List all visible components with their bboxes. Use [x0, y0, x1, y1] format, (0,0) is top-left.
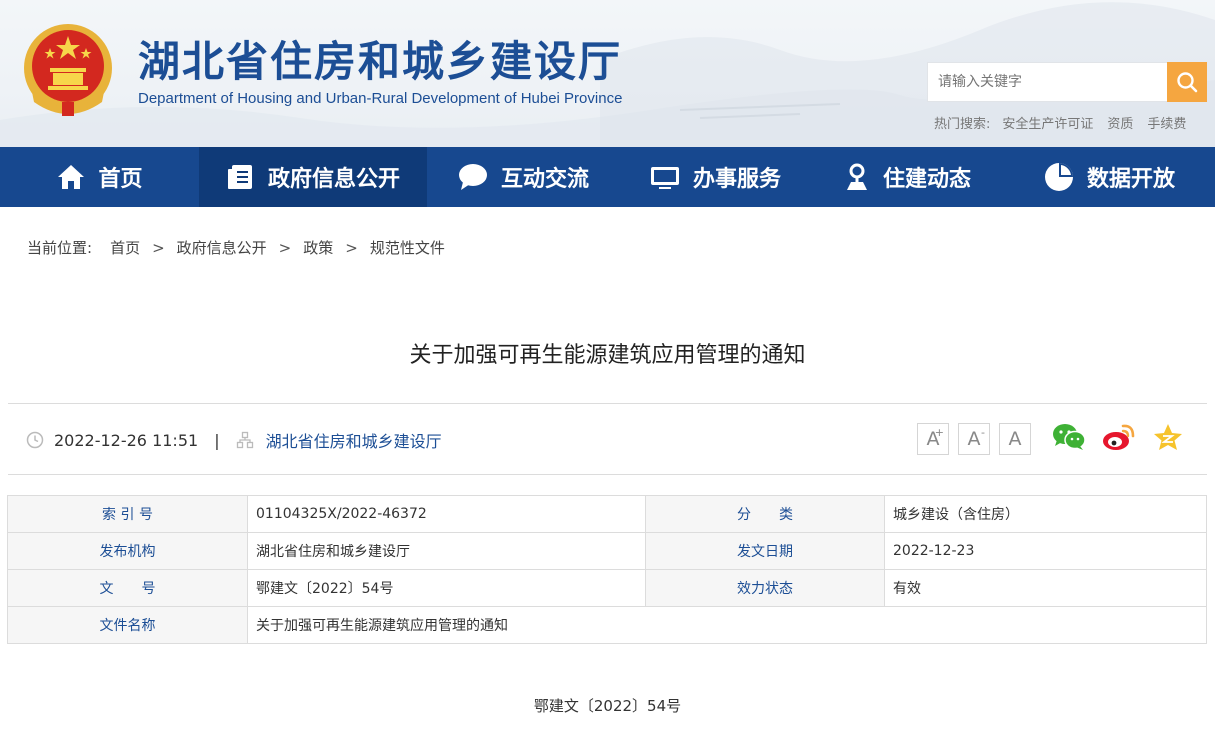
info-value: 关于加强可再生能源建筑应用管理的通知	[247, 606, 1207, 644]
document-info-table: 索 引 号 01104325X/2022-46372 分 类 城乡建设（含住房）…	[7, 495, 1207, 644]
info-key: 发布机构	[7, 532, 248, 570]
divider	[8, 403, 1207, 404]
share-bar	[1052, 422, 1184, 456]
info-key: 效力状态	[645, 569, 885, 607]
nav-item-services[interactable]: 办事服务	[619, 147, 811, 207]
share-weibo-button[interactable]	[1102, 422, 1136, 456]
nav-item-interaction[interactable]: 互动交流	[427, 147, 619, 207]
breadcrumb-link[interactable]: 政府信息公开	[177, 237, 267, 258]
table-row: 文 号 鄂建文〔2022〕54号 效力状态 有效	[7, 569, 1207, 607]
nav-item-label: 政府信息公开	[267, 167, 400, 192]
national-emblem-icon	[24, 24, 112, 116]
info-value: 湖北省住房和城乡建设厅	[247, 532, 646, 570]
info-value: 鄂建文〔2022〕54号	[247, 569, 646, 607]
breadcrumb-link[interactable]: 规范性文件	[370, 237, 445, 258]
document-number: 鄂建文〔2022〕54号	[533, 697, 682, 715]
home-icon	[58, 165, 85, 189]
article-source: 湖北省住房和城乡建设厅	[265, 432, 442, 451]
share-qzone-button[interactable]	[1152, 422, 1184, 456]
breadcrumb-separator: >	[278, 238, 292, 257]
breadcrumb-separator: >	[152, 238, 165, 257]
nav-item-home[interactable]: 首页	[0, 147, 199, 207]
weibo-icon	[1103, 424, 1135, 450]
breadcrumb-separator: >	[345, 238, 358, 257]
site-subtitle: Department of Housing and Urban-Rural De…	[138, 90, 623, 107]
share-wechat-button[interactable]	[1052, 423, 1086, 455]
info-key: 索 引 号	[7, 495, 248, 533]
nav-item-label: 互动交流	[500, 167, 589, 192]
search-icon	[1177, 72, 1198, 93]
site-header: 湖北省住房和城乡建设厅 Department of Housing and Ur…	[0, 0, 1215, 147]
font-smaller-button[interactable]: A-	[958, 423, 990, 455]
publish-datetime: 2022-12-26 11:51	[54, 430, 199, 450]
info-value: 城乡建设（含住房）	[884, 495, 1207, 533]
table-row: 文件名称 关于加强可再生能源建筑应用管理的通知	[7, 606, 1207, 644]
pie-chart-icon	[1044, 163, 1073, 191]
divider	[8, 474, 1207, 475]
site-title: 湖北省住房和城乡建设厅	[138, 37, 623, 86]
document-list-icon	[227, 165, 252, 189]
info-value: 2022-12-23	[884, 532, 1207, 570]
main-nav: 首页 政府信息公开 互动交流 办事服务 住建动态 数据开放	[0, 147, 1215, 207]
info-key: 文件名称	[7, 606, 248, 644]
font-default-label: A	[1008, 428, 1022, 450]
nav-item-label: 办事服务	[692, 167, 781, 192]
info-key: 发文日期	[645, 532, 885, 570]
monitor-icon	[650, 167, 679, 189]
article-meta: 2022-12-26 11:51 | 湖北省住房和城乡建设厅	[26, 428, 442, 452]
hot-search-bar: 热门搜索: 安全生产许可证 资质 手续费	[934, 113, 1186, 132]
search-input[interactable]	[927, 62, 1167, 102]
person-pin-icon	[846, 163, 867, 190]
search-button[interactable]	[1167, 62, 1207, 102]
table-row: 索 引 号 01104325X/2022-46372 分 类 城乡建设（含住房）	[7, 495, 1207, 533]
hot-search-link[interactable]: 资质	[1107, 113, 1133, 132]
nav-item-gov-info[interactable]: 政府信息公开	[199, 147, 427, 207]
article-title: 关于加强可再生能源建筑应用管理的通知	[409, 343, 806, 368]
font-larger-button[interactable]: A +	[917, 423, 949, 455]
nav-item-data[interactable]: 数据开放	[1003, 147, 1215, 207]
nav-item-label: 数据开放	[1086, 167, 1175, 192]
breadcrumb-label: 当前位置:	[27, 239, 93, 257]
info-value: 01104325X/2022-46372	[247, 495, 646, 533]
nav-item-label: 首页	[98, 167, 143, 192]
info-key: 分 类	[645, 495, 885, 533]
chat-bubble-icon	[458, 164, 487, 190]
hot-search-label: 热门搜索:	[934, 117, 991, 132]
wechat-icon	[1053, 424, 1086, 450]
clock-icon	[26, 431, 44, 449]
meta-separator: |	[214, 430, 220, 450]
nav-item-news[interactable]: 住建动态	[811, 147, 1003, 207]
breadcrumb-link[interactable]: 政策	[303, 237, 333, 258]
breadcrumb: 当前位置: 首页 > 政府信息公开 > 政策 > 规范性文件	[27, 237, 445, 258]
info-value: 有效	[884, 569, 1207, 607]
org-chart-icon	[236, 431, 253, 449]
font-size-controls: A + A- A	[917, 423, 1031, 455]
table-row: 发布机构 湖北省住房和城乡建设厅 发文日期 2022-12-23	[7, 532, 1207, 570]
qzone-star-icon	[1154, 424, 1182, 450]
breadcrumb-link[interactable]: 首页	[110, 237, 140, 258]
font-smaller-label: A	[967, 428, 981, 450]
hot-search-link[interactable]: 手续费	[1147, 113, 1186, 132]
hot-search-link[interactable]: 安全生产许可证	[1002, 113, 1093, 132]
font-default-button[interactable]: A	[999, 423, 1031, 455]
nav-item-label: 住建动态	[882, 167, 971, 192]
info-key: 文 号	[7, 569, 248, 607]
